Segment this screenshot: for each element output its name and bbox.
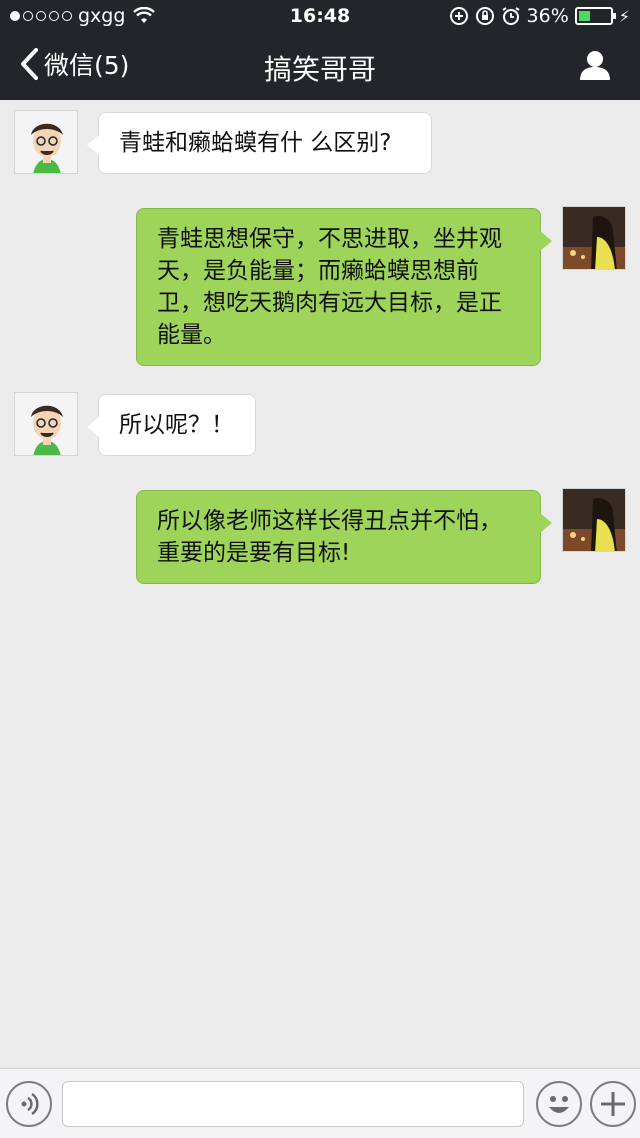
my-avatar[interactable] xyxy=(562,206,626,270)
voice-button[interactable] xyxy=(6,1081,52,1127)
message-bubble-outgoing[interactable]: 所以像老师这样长得丑点并不怕，重要的是要有目标! xyxy=(136,490,552,584)
message-bubble-incoming[interactable]: 青蛙和癞蛤蟆有什 么区别? xyxy=(87,112,432,174)
status-right: 36% ⚡ xyxy=(449,5,630,27)
more-button[interactable] xyxy=(590,1081,636,1127)
smiley-icon xyxy=(549,1096,569,1113)
status-bar: gxgg 16:48 36% ⚡ xyxy=(0,0,640,32)
rotation-lock-icon xyxy=(475,7,494,25)
location-sync-icon xyxy=(449,7,468,25)
my-avatar[interactable] xyxy=(562,488,626,552)
input-bar xyxy=(0,1068,640,1138)
voice-icon xyxy=(21,1092,39,1116)
alarm-icon xyxy=(501,7,520,25)
message-bubble-incoming[interactable]: 所以呢？！ xyxy=(87,394,256,456)
nav-bar: 微信(5) 搞笑哥哥 xyxy=(0,32,640,100)
battery-icon xyxy=(574,7,616,25)
contact-avatar[interactable] xyxy=(14,110,78,174)
chat-title: 搞笑哥哥 xyxy=(263,53,376,86)
message-bubble-outgoing[interactable]: 青蛙思想保守，不思进取，坐井观天，是负能量；而癞蛤蟆思想前卫，想吃天鹅肉有远大目… xyxy=(136,208,552,366)
battery-percent: 36% xyxy=(526,5,569,27)
contact-avatar[interactable] xyxy=(14,392,78,456)
charging-icon: ⚡ xyxy=(618,6,630,26)
message-input[interactable] xyxy=(62,1081,524,1127)
message-list: 青蛙和癞蛤蟆有什 么区别? 青蛙思想保守，不思进取，坐井观天，是负能量；而癞蛤蟆… xyxy=(0,100,640,1068)
plus-icon xyxy=(601,1092,625,1116)
top-bar: gxgg 16:48 36% ⚡ 微信(5) 搞笑哥哥 xyxy=(0,0,640,100)
person-icon[interactable] xyxy=(578,48,612,82)
emoji-button[interactable] xyxy=(536,1081,582,1127)
